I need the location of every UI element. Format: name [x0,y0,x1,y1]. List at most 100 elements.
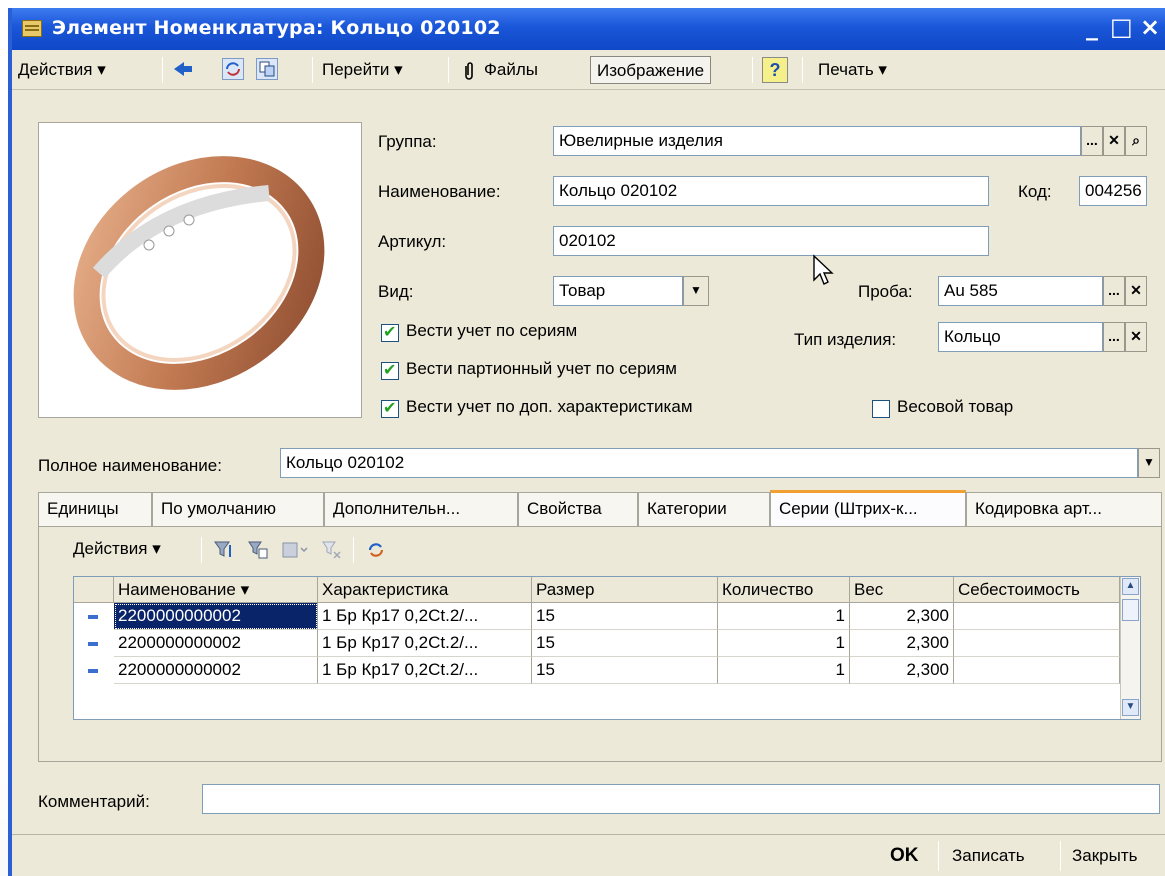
probe-field[interactable]: Au 585 [938,276,1103,306]
copy-icon[interactable] [256,58,278,80]
filter-list-icon[interactable] [247,539,269,561]
print-menu[interactable]: Печать ▾ [818,56,887,84]
table-cell-cost[interactable] [954,657,1120,684]
scroll-thumb[interactable] [1122,599,1139,621]
column-header-size[interactable]: Размер [532,577,718,603]
column-header-weight[interactable]: Вес [850,577,954,603]
select-type-button[interactable]: ... [1103,322,1125,352]
maximize-button[interactable]: □ [1110,15,1133,39]
product-image[interactable] [38,122,362,418]
table-cell-size[interactable]: 15 [532,603,718,630]
goto-menu[interactable]: Перейти ▾ [322,56,403,84]
clear-type-icon[interactable]: ✕ [1125,322,1147,352]
element-window: Элемент Номенклатура: Кольцо 020102 _ □ … [8,8,1165,876]
toolbar-separator [448,57,449,83]
type-field[interactable]: Кольцо [938,322,1103,352]
toolbar-separator [802,57,803,83]
tab-defaults[interactable]: По умолчанию [152,492,324,526]
toolbar-separator [162,57,163,83]
table-cell-quantity[interactable]: 1 [718,630,850,657]
close-button[interactable]: Закрыть [1072,839,1137,873]
chevron-down-icon[interactable]: ▼ [683,276,709,306]
column-header-cost[interactable]: Себестоимость [954,577,1120,603]
kind-select[interactable]: Товар [553,276,683,306]
select-group-button[interactable]: ... [1081,126,1103,156]
filter-icon[interactable] [213,539,235,561]
footer-separator [1060,841,1061,871]
clear-group-icon[interactable]: ✕ [1103,126,1125,156]
save-button[interactable]: Записать [952,839,1025,873]
minimize-button[interactable]: _ [1086,15,1098,39]
group-field[interactable]: Ювелирные изделия [553,126,1081,156]
code-label: Код: [1018,182,1052,201]
table-cell-quantity[interactable]: 1 [718,657,850,684]
toolbar-separator [312,57,313,83]
catalog-icon [22,20,42,37]
bottom-bar: OK Записать Закрыть [12,834,1165,876]
table-cell-characteristic[interactable]: 1 Бр Кр17 0,2Ct.2/... [318,657,532,684]
close-window-button[interactable]: × [1140,15,1160,39]
help-icon[interactable]: ? [762,57,788,83]
table-cell-cost[interactable] [954,603,1120,630]
column-header-name[interactable]: Наименование ▾ [114,577,318,603]
table-cell-name[interactable]: 2200000000002 [114,630,318,657]
article-label: Артикул: [378,232,447,251]
table-cell-name[interactable]: 2200000000002 [114,603,318,630]
image-button[interactable]: Изображение [590,56,712,84]
table-cell-characteristic[interactable]: 1 Бр Кр17 0,2Ct.2/... [318,630,532,657]
row-state-icon [88,615,98,619]
extra-checkbox[interactable] [381,398,399,418]
vertical-scrollbar[interactable]: ▲ ▼ [1120,577,1140,719]
tab-units[interactable]: Единицы [38,492,152,526]
table-cell-size[interactable]: 15 [532,630,718,657]
tab-properties[interactable]: Свойства [518,492,638,526]
scroll-down-icon[interactable]: ▼ [1122,699,1139,716]
refresh-icon[interactable] [222,58,244,80]
ok-button[interactable]: OK [890,839,919,873]
row-state-icon [88,642,98,646]
tab-article-coding[interactable]: Кодировка арт... [966,492,1162,526]
clear-filter-icon[interactable] [321,539,343,561]
code-field[interactable]: 004256 [1079,176,1147,206]
tab-categories[interactable]: Категории [638,492,770,526]
table-cell-weight[interactable]: 2,300 [850,603,954,630]
series-checkbox[interactable] [381,322,399,342]
table-cell-size[interactable]: 15 [532,657,718,684]
paperclip-icon[interactable] [462,56,476,84]
table-cell-weight[interactable]: 2,300 [850,630,954,657]
tab-additional[interactable]: Дополнительн... [324,492,518,526]
select-probe-button[interactable]: ... [1103,276,1125,306]
column-header-quantity[interactable]: Количество [718,577,850,603]
clear-probe-icon[interactable]: ✕ [1125,276,1147,306]
search-icon[interactable]: ⌕ [1125,126,1147,156]
fullname-label: Полное наименование: [38,456,222,475]
batch-checkbox[interactable] [381,360,399,380]
chevron-down-icon[interactable]: ▼ [1138,448,1160,478]
series-panel: Действия ▾ Наименование ▾ Характеристика… [38,526,1162,762]
article-field[interactable]: 020102 [553,226,989,256]
files-button[interactable]: Файлы [484,56,538,84]
select-arrow-icon[interactable] [172,58,194,80]
table-cell-characteristic[interactable]: 1 Бр Кр17 0,2Ct.2/... [318,603,532,630]
type-label: Тип изделия: [794,330,897,349]
table-cell-cost[interactable] [954,630,1120,657]
table-cell-name[interactable]: 2200000000002 [114,657,318,684]
title-bar[interactable]: Элемент Номенклатура: Кольцо 020102 _ □ … [12,8,1165,50]
group-label: Группа: [378,132,437,151]
actions-menu[interactable]: Действия ▾ [18,56,106,84]
refresh-icon[interactable] [365,539,387,561]
fullname-field[interactable]: Кольцо 020102 [280,448,1138,478]
series-table[interactable]: Наименование ▾ Характеристика Размер Кол… [73,576,1141,720]
table-cell-weight[interactable]: 2,300 [850,657,954,684]
name-field[interactable]: Кольцо 020102 [553,176,989,206]
table-cell-quantity[interactable]: 1 [718,603,850,630]
grid-actions-menu[interactable]: Действия ▾ [73,535,161,563]
tab-series[interactable]: Серии (Штрих-к... [770,490,966,526]
toolbar-separator [752,57,753,83]
filter-history-icon[interactable] [281,539,308,561]
tab-strip: Единицы По умолчанию Дополнительн... Сво… [38,490,1162,526]
weight-checkbox[interactable] [872,400,890,418]
scroll-up-icon[interactable]: ▲ [1122,578,1139,595]
comment-field[interactable] [202,784,1160,814]
column-header-characteristic[interactable]: Характеристика [318,577,532,603]
